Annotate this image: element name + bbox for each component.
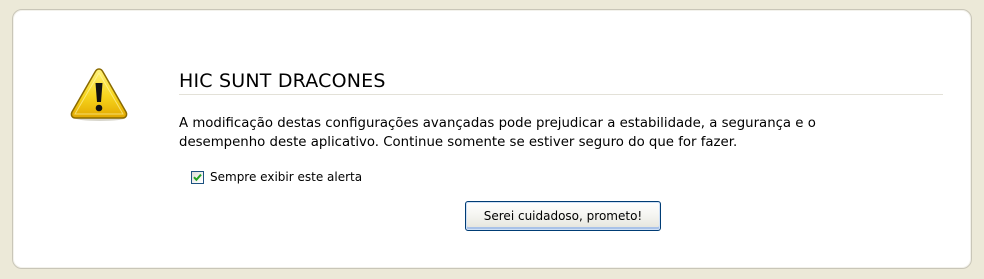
checkmark-icon [193, 173, 202, 181]
always-show-warning-option[interactable]: Sempre exibir este alerta [191, 169, 362, 185]
warning-panel: HIC SUNT DRACONES A modificação destas c… [12, 9, 972, 269]
always-show-warning-label[interactable]: Sempre exibir este alerta [210, 170, 362, 184]
dialog-title: HIC SUNT DRACONES [179, 70, 386, 92]
warning-message-line-1: A modificação destas configurações avanç… [179, 116, 816, 131]
warning-message-line-2: desempenho deste aplicativo. Continue so… [179, 135, 738, 150]
title-divider [179, 94, 943, 95]
confirm-careful-button[interactable]: Serei cuidadoso, prometo! [465, 201, 661, 231]
warning-icon [70, 68, 128, 121]
always-show-warning-checkbox[interactable] [191, 170, 204, 184]
warning-message: A modificação destas configurações avanç… [179, 114, 949, 152]
